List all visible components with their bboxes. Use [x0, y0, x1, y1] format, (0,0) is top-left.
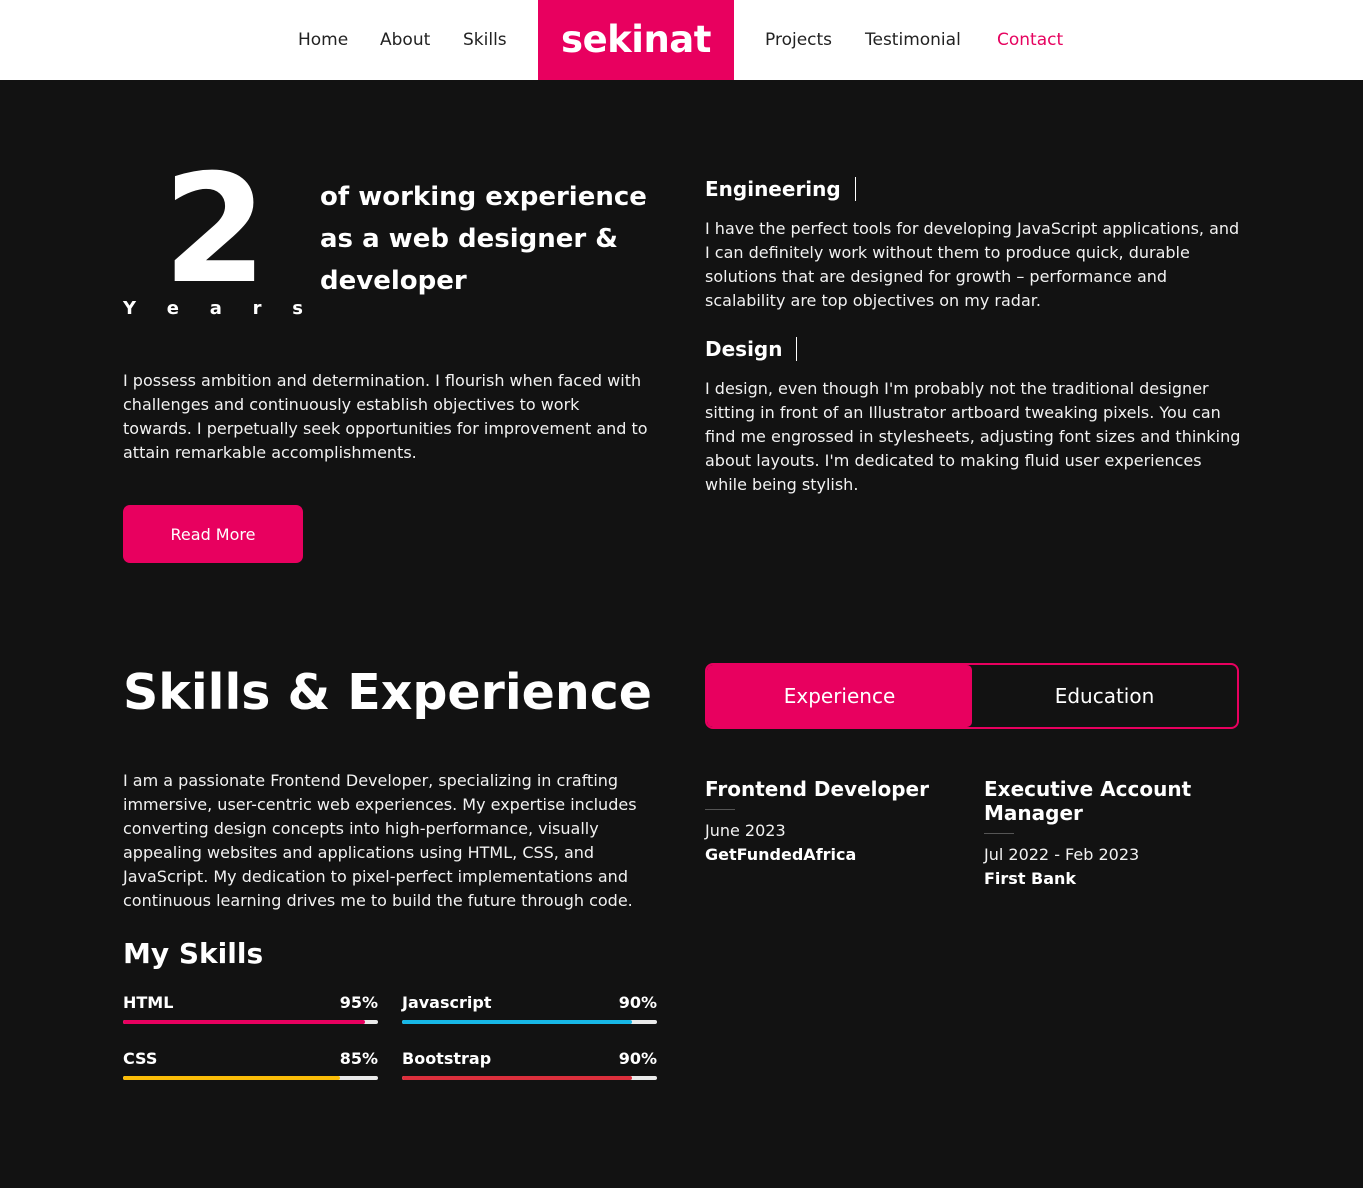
job-period: Jul 2022 - Feb 2023: [984, 845, 1140, 864]
experience-headline: of working experience as a web designer …: [320, 182, 647, 296]
skills-intro-paragraph: I am a passionate Frontend Developer, sp…: [123, 771, 637, 910]
skill-css: CSS 85%: [123, 1048, 378, 1088]
years-letter: a: [209, 298, 222, 319]
job-item: Frontend Developer June 2023 GetFundedAf…: [705, 777, 945, 867]
intro-paragraph: I possess ambition and determination. I …: [123, 371, 648, 462]
tab-experience[interactable]: Experience: [707, 665, 972, 727]
feature-text-design: I design, even though I'm probably not t…: [705, 379, 1241, 494]
nav-link-home[interactable]: Home: [298, 28, 348, 52]
skill-percent: 90%: [618, 1049, 657, 1068]
read-more-button[interactable]: Read More: [123, 505, 303, 563]
job-company: GetFundedAfrica: [705, 845, 857, 864]
job-title: Executive Account Manager: [984, 777, 1192, 825]
nav-link-projects[interactable]: Projects: [765, 28, 832, 52]
skill-progress-fill: [123, 1076, 340, 1080]
title-divider: [796, 336, 798, 361]
skill-progress-track: [123, 1020, 378, 1024]
skill-javascript: Javascript 90%: [402, 992, 657, 1032]
nav-link-skills[interactable]: Skills: [463, 28, 507, 52]
feature-text-engineering: I have the perfect tools for developing …: [705, 219, 1240, 310]
job-divider: [984, 833, 1014, 834]
title-divider: [854, 176, 856, 201]
skill-progress-fill: [402, 1076, 632, 1080]
top-navigation: Home About Skills sekinat Projects Testi…: [0, 0, 1363, 80]
years-letter: Y: [123, 298, 137, 319]
years-letter: s: [292, 298, 303, 319]
skill-percent: 95%: [339, 993, 378, 1012]
nav-link-about[interactable]: About: [380, 28, 430, 52]
my-skills-title: My Skills: [123, 937, 264, 970]
skill-percent: 85%: [339, 1049, 378, 1068]
tab-education[interactable]: Education: [972, 665, 1237, 727]
job-title: Frontend Developer: [705, 777, 929, 801]
skill-bootstrap: Bootstrap 90%: [402, 1048, 657, 1088]
skill-progress-fill: [123, 1020, 366, 1024]
nav-link-testimonial[interactable]: Testimonial: [865, 28, 961, 52]
skill-name: Bootstrap: [402, 1049, 492, 1068]
skills-section-title: Skills & Experience: [123, 664, 653, 721]
years-number: 2: [162, 143, 268, 317]
skill-html: HTML 95%: [123, 992, 378, 1032]
skill-name: HTML: [123, 993, 174, 1012]
years-letter: r: [252, 298, 262, 319]
years-letter: e: [166, 298, 179, 319]
experience-education-tabs: Experience Education: [705, 663, 1239, 729]
brand-logo[interactable]: sekinat: [538, 0, 734, 80]
skill-progress-fill: [402, 1020, 632, 1024]
feature-title-design: Design: [705, 335, 798, 363]
nav-link-contact[interactable]: Contact: [997, 28, 1063, 52]
skill-name: Javascript: [402, 993, 492, 1012]
skill-progress-track: [402, 1076, 657, 1080]
feature-title-engineering: Engineering: [705, 175, 856, 203]
years-label: Y e a r s: [123, 298, 303, 320]
feature-title-text: Design: [705, 337, 783, 361]
skill-progress-track: [402, 1020, 657, 1024]
job-divider: [705, 809, 735, 810]
skill-percent: 90%: [618, 993, 657, 1012]
skill-progress-track: [123, 1076, 378, 1080]
job-item: Executive Account Manager Jul 2022 - Feb…: [984, 777, 1224, 891]
skill-name: CSS: [123, 1049, 158, 1068]
job-company: First Bank: [984, 869, 1077, 888]
feature-title-text: Engineering: [705, 177, 841, 201]
job-period: June 2023: [705, 821, 786, 840]
